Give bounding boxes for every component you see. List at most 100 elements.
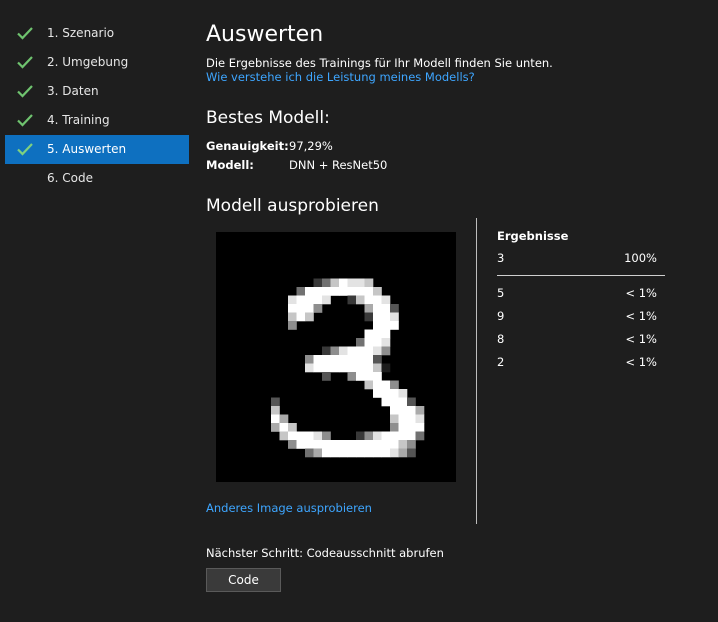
digit-pixel [279,414,289,424]
sidebar-item-daten[interactable]: 3. Daten [5,77,189,106]
vertical-divider [476,218,477,524]
digit-pixel [322,287,331,296]
digit-pixel [373,380,382,390]
sidebar-item-label: 3. Daten [47,84,99,98]
result-label: 2 [497,355,505,369]
digit-pixel [364,448,374,458]
model-label: Modell: [206,158,254,172]
digit-pixel [407,440,416,449]
digit-pixel [330,440,340,449]
digit-pixel [415,431,425,441]
digit-pixel [407,397,416,407]
checkmark-icon [17,114,33,127]
digit-pixel [381,448,391,458]
digit-pixel [347,363,357,373]
digit-pixel [313,287,323,296]
result-label: 3 [497,251,505,265]
digit-pixel [339,346,348,356]
digit-pixel [364,312,374,322]
sidebar-item-umgebung[interactable]: 2. Umgebung [5,48,189,77]
result-value: < 1% [625,309,657,323]
digit-pixel [398,448,408,458]
digit-pixel [364,295,374,305]
digit-pixel [390,389,399,398]
digit-pixel [339,448,348,458]
digit-pixel [364,380,374,390]
digit-pixel [364,355,374,364]
digit-pixel [288,295,297,305]
digit-pixel [356,278,365,288]
digit-pixel [313,431,323,441]
digit-pixel [373,448,382,458]
digit-pixel [330,355,340,364]
digit-pixel [296,312,306,322]
digit-pixel [305,431,314,441]
result-value: 100% [624,251,657,265]
digit-pixel [373,372,382,381]
digit-pixel [364,440,374,449]
sidebar-item-label: 2. Umgebung [47,55,129,69]
digit-pixel [356,448,365,458]
digit-pixel [296,295,306,305]
sidebar-item-code[interactable]: 6. Code [5,164,189,193]
digit-pixel [381,389,391,398]
sidebar-item-training[interactable]: 4. Training [5,106,189,135]
digit-pixel [347,346,357,356]
results-title: Ergebnisse [497,229,569,243]
results-separator [497,275,665,276]
digit-pixel [381,397,391,407]
sidebar-item-label: 6. Code [47,171,93,185]
digit-pixel [390,312,399,322]
code-button[interactable]: Code [206,568,281,592]
digit-pixel [347,295,357,305]
digit-pixel [407,431,416,441]
digit-pixel [305,304,314,313]
digit-pixel [288,304,297,313]
digit-pixel [364,372,374,381]
try-another-image-link[interactable]: Anderes Image ausprobieren [206,501,372,515]
digit-pixel [373,431,382,441]
digit-pixel [390,304,399,313]
digit-pixel [356,295,365,305]
digit-pixel [322,355,331,364]
learn-performance-link[interactable]: Wie verstehe ich die Leistung meines Mod… [206,70,475,84]
sidebar-item-label: 5. Auswerten [47,142,127,156]
digit-pixel [313,295,323,305]
digit-pixel [364,278,374,288]
digit-pixel [390,414,399,424]
digit-pixel [415,406,425,415]
result-value: < 1% [625,355,657,369]
digit-pixel [381,329,391,339]
digit-pixel [347,278,357,288]
digit-pixel [373,295,382,305]
result-label: 8 [497,332,505,346]
checkmark-icon [17,143,33,156]
digit-pixel [347,448,357,458]
digit-pixel [313,448,323,458]
digit-pixel [398,431,408,441]
digit-pixel [330,287,340,296]
digit-pixel [390,423,399,432]
digit-pixel [373,321,382,330]
best-model-heading: Bestes Modell: [206,108,330,128]
digit-pixel [373,329,382,339]
page-subtitle: Die Ergebnisse des Trainings für Ihr Mod… [206,56,553,70]
digit-pixel [313,355,323,364]
digit-pixel [322,363,331,373]
sidebar-item-szenario[interactable]: 1. Szenario [5,19,189,48]
digit-pixel [415,414,425,424]
digit-pixel [398,397,408,407]
accuracy-label: Genauigkeit: [206,139,289,153]
digit-pixel [288,440,297,449]
digit-pixel [322,372,331,381]
digit-pixel [415,423,425,432]
digit-pixel [381,312,391,322]
digit-pixel [330,363,340,373]
digit-pixel [271,414,280,424]
digit-pixel [390,431,399,441]
digit-pixel [330,448,340,458]
digit-pixel [356,372,365,381]
digit-pixel [322,431,331,441]
sidebar-item-auswerten[interactable]: 5. Auswerten [5,135,189,164]
digit-pixel [288,312,297,322]
